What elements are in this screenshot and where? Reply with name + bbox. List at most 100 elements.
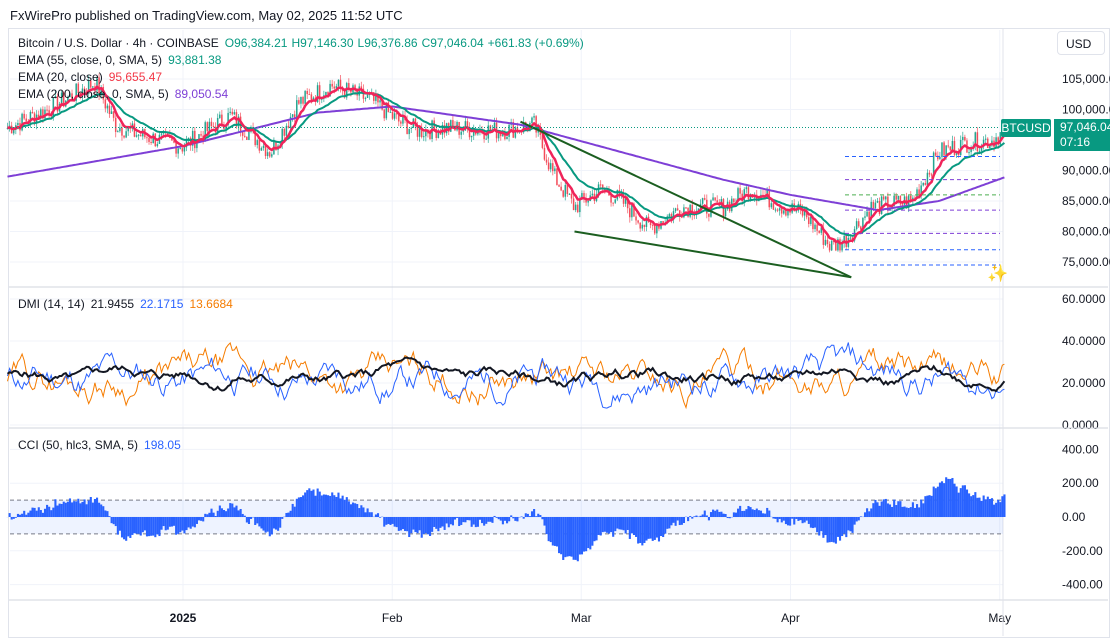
cci-bar <box>782 517 785 521</box>
cci-bar <box>647 517 650 539</box>
candle <box>325 91 327 96</box>
cci-bar <box>512 517 515 519</box>
cci-axis-label: 200.00 <box>1062 476 1099 490</box>
cci-bar <box>270 517 273 535</box>
cci-bar <box>824 517 827 536</box>
cci-bar <box>545 517 548 535</box>
candle <box>674 208 677 212</box>
currency-selector[interactable]: USD <box>1057 31 1105 55</box>
cci-bar <box>988 498 991 517</box>
cci-bar <box>54 499 57 517</box>
candle <box>599 184 602 186</box>
candle <box>177 148 179 154</box>
cci-bar <box>141 517 144 533</box>
candle <box>574 204 577 211</box>
candle <box>410 127 413 129</box>
cci-bar <box>93 498 97 517</box>
cci-bar <box>235 505 238 517</box>
ema55-value: 93,881.38 <box>168 53 222 67</box>
candle <box>543 147 546 160</box>
cci-bar <box>560 517 563 555</box>
price-axis-label: 105,000.00 <box>1062 72 1110 86</box>
candle <box>570 193 573 199</box>
cci-bar <box>568 517 571 557</box>
cci-bar <box>695 515 698 517</box>
cci-bar <box>112 517 115 525</box>
cci-bar <box>682 517 686 524</box>
ema200-legend[interactable]: EMA (200, close, 0, SMA, 5) 89,050.54 <box>18 87 234 101</box>
cci-bar <box>587 517 590 549</box>
cci-bar <box>339 498 342 517</box>
symbol-title[interactable]: Bitcoin / U.S. Dollar · 4h · COINBASE <box>18 36 219 50</box>
cci-legend[interactable]: CCI (50, hlc3, SMA, 5) 198.05 <box>18 438 187 452</box>
cci-bar <box>56 505 59 517</box>
cci-bar <box>778 517 781 520</box>
cci-bar <box>116 517 119 535</box>
cci-bar <box>691 517 694 519</box>
cci-bar <box>414 517 417 532</box>
cci-bar <box>626 517 629 530</box>
candle <box>714 197 716 201</box>
cci-bar <box>920 499 923 517</box>
cci-bar <box>934 488 937 517</box>
candle <box>533 116 535 118</box>
candle <box>114 117 117 132</box>
candle <box>266 152 269 157</box>
cci-bar <box>826 517 829 543</box>
ema55-legend[interactable]: EMA (55, close, 0, SMA, 5) 93,881.38 <box>18 53 227 67</box>
cci-bar <box>689 516 692 517</box>
cci-bar <box>474 517 477 528</box>
candle <box>778 208 781 211</box>
cci-bar <box>601 517 604 533</box>
candle <box>901 204 904 206</box>
cci-bar <box>118 517 121 531</box>
cci-bar <box>426 517 430 535</box>
cci-bar <box>849 517 852 532</box>
cci-bar <box>404 517 407 531</box>
cci-bar <box>1003 494 1006 517</box>
candle <box>576 204 579 213</box>
cci-bar <box>439 517 442 528</box>
cci-bar <box>106 511 109 517</box>
cci-bar <box>676 517 679 521</box>
cci-bar <box>728 517 731 519</box>
cci-bar <box>395 517 398 528</box>
candle <box>110 111 113 114</box>
cci-bar <box>805 517 808 521</box>
cci-bar <box>247 517 251 524</box>
candle <box>268 152 271 157</box>
cci-bar <box>12 517 15 519</box>
candle <box>291 114 294 117</box>
cci-bar <box>268 517 271 537</box>
cci-bar <box>451 517 454 526</box>
ema20-legend[interactable]: EMA (20, close) 95,655.47 <box>18 70 168 84</box>
cci-bar <box>160 517 163 530</box>
cci-bar <box>27 512 30 517</box>
cci-bar <box>761 513 765 517</box>
cci-bar <box>585 517 588 552</box>
cci-bar <box>206 514 209 517</box>
lightning-assistant-icon[interactable]: ✨ <box>986 262 1010 286</box>
candle <box>106 105 109 109</box>
candle <box>212 126 215 128</box>
cci-bar <box>297 497 300 517</box>
candle <box>770 203 773 208</box>
cci-bar <box>866 508 869 517</box>
cci-bar <box>997 499 1000 517</box>
cci-bar <box>299 497 303 517</box>
candle <box>383 109 386 119</box>
dmi-legend[interactable]: DMI (14, 14) 21.9455 22.1715 13.6684 <box>18 297 239 311</box>
candle <box>23 113 25 119</box>
candle <box>364 97 367 99</box>
cci-bar <box>811 517 815 529</box>
cci-bar <box>739 505 742 517</box>
cci-bar <box>89 496 92 517</box>
candle <box>121 127 123 136</box>
candle <box>264 145 267 157</box>
cci-bar <box>345 497 348 517</box>
cci-bar <box>772 517 775 519</box>
cci-bar <box>218 505 221 517</box>
cci-axis-label: -400.00 <box>1062 578 1103 592</box>
price-axis-label: 100,000.00 <box>1062 103 1110 117</box>
cci-bar <box>478 517 482 520</box>
